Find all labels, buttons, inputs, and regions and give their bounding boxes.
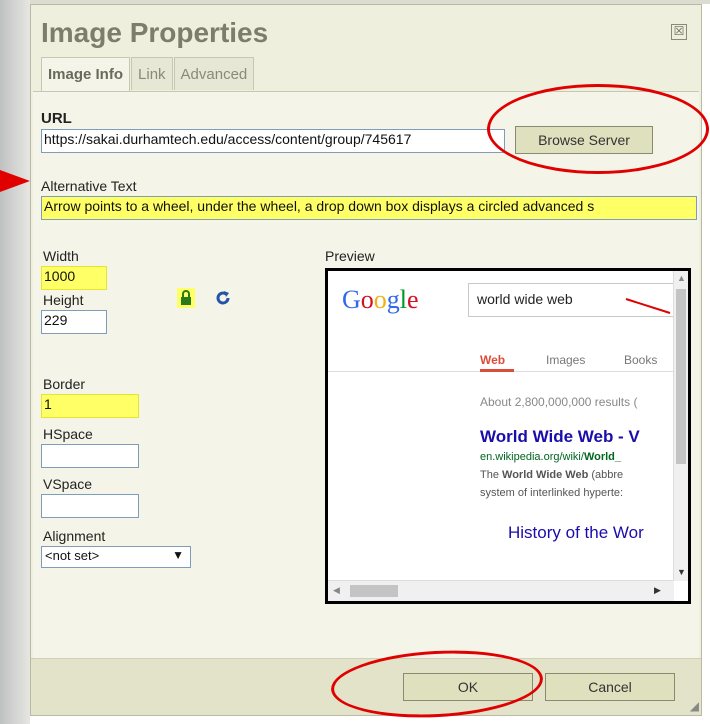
google-logo: Google (342, 285, 419, 315)
resize-grip-icon[interactable]: ◢ (690, 699, 699, 713)
logo-letter: o (373, 285, 387, 314)
tab-image-info[interactable]: Image Info (41, 57, 131, 91)
annotation-arrow (0, 170, 30, 192)
annotation-circle-browse (487, 84, 709, 174)
scroll-down-icon[interactable]: ▼ (677, 567, 686, 577)
preview-result-url: en.wikipedia.org/wiki/World_ (480, 451, 621, 463)
logo-letter: l (399, 285, 408, 314)
snippet-bold: World Wide Web (502, 469, 589, 481)
preview-result-snippet: The World Wide Web (abbre (480, 469, 623, 481)
url-input[interactable]: https://sakai.durhamtech.edu/access/cont… (41, 129, 505, 153)
vertical-scroll-thumb[interactable] (676, 289, 686, 464)
vspace-input[interactable] (41, 494, 139, 518)
width-input[interactable]: 1000 (41, 266, 107, 290)
alt-text-input[interactable]: Arrow points to a wheel, under the wheel… (41, 196, 697, 220)
annotation-circle-ok (329, 645, 545, 723)
hspace-input[interactable] (41, 444, 139, 468)
url-prefix: en.wikipedia.org/wiki/ (480, 451, 584, 463)
annotation-red-line (625, 298, 671, 314)
preview-tab-web: Web (480, 353, 506, 367)
alt-text-label: Alternative Text (41, 178, 137, 194)
logo-letter: g (386, 285, 400, 314)
tab-advanced[interactable]: Advanced (173, 57, 255, 90)
image-properties-dialog: Image Properties ☒ Image Info Link Advan… (30, 4, 709, 723)
dialog-title: Image Properties (41, 17, 269, 48)
scroll-right-icon[interactable]: ▶ (654, 585, 661, 596)
close-icon[interactable]: ☒ (671, 24, 687, 40)
horizontal-scroll-thumb[interactable] (350, 585, 398, 597)
logo-letter: o (360, 285, 374, 314)
preview-tab-images: Images (546, 353, 586, 367)
scroll-left-icon[interactable]: ◀ (333, 585, 340, 596)
background-page-strip (0, 0, 30, 724)
preview-label: Preview (325, 248, 375, 264)
image-info-panel: URL https://sakai.durhamtech.edu/access/… (33, 84, 709, 660)
preview-result-snippet-2: system of interlinked hyperte: (480, 487, 624, 499)
dropdown-arrow-icon: ▼ (172, 548, 184, 562)
vspace-label: VSpace (43, 476, 93, 492)
reset-size-icon[interactable] (215, 290, 231, 306)
height-input[interactable]: 229 (41, 310, 107, 334)
preview-horizontal-scrollbar[interactable]: ◀ ▶ (328, 580, 674, 601)
image-preview: Google world wide web Web Images Books A… (325, 268, 691, 604)
logo-letter: G (342, 285, 361, 314)
preview-result-title-2: History of the Wor (508, 523, 644, 542)
height-label: Height (43, 292, 84, 308)
width-label: Width (43, 248, 79, 264)
preview-content: Google world wide web Web Images Books A… (328, 271, 674, 581)
preview-active-tab-underline (480, 369, 514, 372)
url-label: URL (41, 110, 72, 127)
url-bold: World_ (583, 451, 622, 463)
hspace-label: HSpace (43, 426, 93, 442)
scroll-up-icon[interactable]: ▲ (677, 273, 686, 283)
preview-vertical-scrollbar[interactable]: ▲ ▼ (673, 271, 688, 581)
preview-results-count: About 2,800,000,000 results ( (480, 395, 638, 409)
snippet-suffix: (abbre (588, 469, 624, 481)
snippet-prefix: The (480, 469, 503, 481)
dialog-tabs: Image Info Link Advanced (41, 57, 255, 91)
alignment-select[interactable]: <not set> ▼ (41, 546, 191, 568)
preview-result-title: World Wide Web - V (480, 427, 640, 446)
alignment-label: Alignment (43, 528, 106, 544)
lock-ratio-icon[interactable] (177, 288, 195, 308)
border-label: Border (43, 376, 86, 392)
alignment-selected-value: <not set> (45, 548, 100, 563)
border-input[interactable]: 1 (41, 394, 139, 418)
preview-tab-books: Books (624, 353, 658, 367)
preview-tabs: Web Images Books (328, 331, 674, 372)
cancel-button[interactable]: Cancel (545, 673, 675, 701)
logo-letter: e (407, 285, 419, 314)
dialog-footer: OK Cancel ◢ (31, 645, 701, 723)
tab-link[interactable]: Link (131, 57, 173, 90)
